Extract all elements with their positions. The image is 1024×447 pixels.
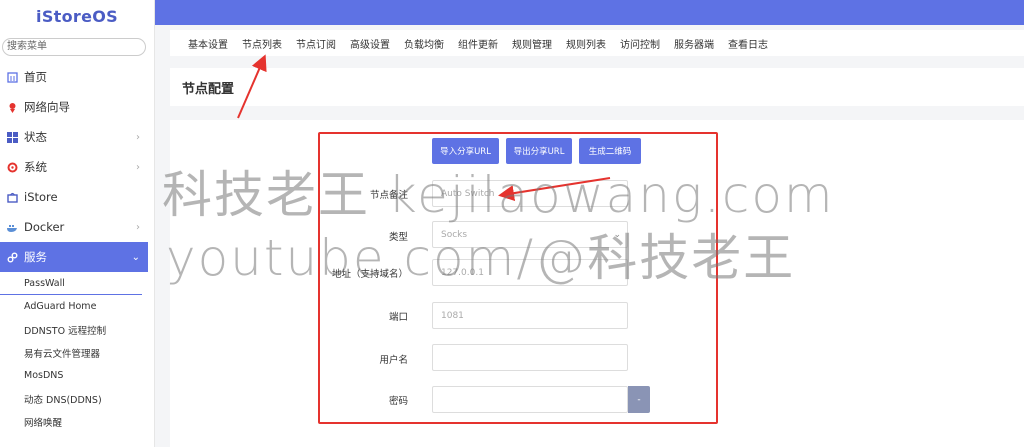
tab-load-balance[interactable]: 负载均衡 <box>404 36 444 51</box>
services-icon <box>6 251 18 263</box>
page-title: 节点配置 <box>182 81 235 97</box>
chevron-down-icon: ⌄ <box>131 251 140 263</box>
brand-logo[interactable]: iStoreOS <box>0 0 154 32</box>
gear-icon <box>6 161 18 173</box>
section-header: 节点配置 <box>170 68 1024 106</box>
address-input[interactable]: 127.0.0.1 <box>432 259 628 286</box>
type-label: 类型 <box>388 232 408 243</box>
sidebar-item-docker[interactable]: Docker › <box>0 212 154 242</box>
sidebar-subitem-file-manager[interactable]: 易有云文件管理器 <box>0 341 154 364</box>
sidebar-item-wizard[interactable]: 网络向导 <box>0 92 154 122</box>
port-label: 端口 <box>388 312 408 323</box>
store-icon <box>6 191 18 203</box>
remark-label: 节点备注 <box>369 190 408 201</box>
wizard-icon <box>6 101 18 113</box>
sidebar-item-status[interactable]: 状态 › <box>0 122 154 152</box>
remark-input[interactable]: Auto Switch <box>432 180 628 207</box>
import-share-url-button[interactable]: 导入分享URL <box>432 138 499 164</box>
chevron-down-icon: ⌄ <box>613 229 621 240</box>
tab-component-update[interactable]: 组件更新 <box>458 36 498 51</box>
sidebar-item-label: iStore <box>24 190 58 204</box>
sidebar-subitem-mosdns[interactable]: MosDNS <box>0 364 154 387</box>
search-menu-input[interactable]: 搜索菜单 <box>2 38 146 56</box>
sidebar-item-label: 状态 <box>24 130 47 144</box>
generate-qrcode-button[interactable]: 生成二维码 <box>579 138 641 164</box>
chevron-right-icon: › <box>136 221 140 233</box>
username-input[interactable] <box>432 344 628 371</box>
sidebar-item-services[interactable]: 服务 ⌄ <box>0 242 148 272</box>
tab-bar: 基本设置 节点列表 节点订阅 高级设置 负载均衡 组件更新 规则管理 规则列表 … <box>170 30 1024 56</box>
sidebar-item-label: 系统 <box>24 160 47 174</box>
sidebar-item-label: 网络向导 <box>24 100 70 114</box>
type-select-value: Socks <box>441 229 468 240</box>
sidebar-item-system[interactable]: 系统 › <box>0 152 154 182</box>
sidebar-subitem-passwall[interactable]: PassWall <box>0 272 142 295</box>
tab-access-control[interactable]: 访问控制 <box>620 36 660 51</box>
sidebar-item-label: Docker <box>24 220 65 234</box>
sidebar: iStoreOS 搜索菜单 首页 网络向导 状态 › 系统 › iStore D… <box>0 0 155 447</box>
tab-view-logs[interactable]: 查看日志 <box>728 36 768 51</box>
tab-node-list[interactable]: 节点列表 <box>242 36 282 51</box>
sidebar-item-label: 服务 <box>24 250 47 264</box>
tab-node-subscribe[interactable]: 节点订阅 <box>296 36 336 51</box>
share-buttons: 导入分享URL 导出分享URL 生成二维码 <box>432 138 641 164</box>
tab-rule-list[interactable]: 规则列表 <box>566 36 606 51</box>
tab-advanced-settings[interactable]: 高级设置 <box>350 36 390 51</box>
port-input[interactable]: 1081 <box>432 302 628 329</box>
type-select[interactable]: Socks ⌄ <box>432 221 628 248</box>
address-label: 地址（支持域名） <box>331 269 408 280</box>
sidebar-subitem-wol[interactable]: 网络唤醒 <box>0 410 154 433</box>
password-label: 密码 <box>388 396 408 407</box>
sidebar-item-home[interactable]: 首页 <box>0 62 154 92</box>
username-label: 用户名 <box>379 355 408 366</box>
docker-icon <box>6 221 18 233</box>
password-input[interactable] <box>432 386 628 413</box>
tab-server[interactable]: 服务器端 <box>674 36 714 51</box>
chevron-right-icon: › <box>136 131 140 143</box>
sidebar-subitem-ddns[interactable]: 动态 DNS(DDNS) <box>0 387 154 410</box>
status-icon <box>6 131 18 143</box>
sidebar-subitem-adguard[interactable]: AdGuard Home <box>0 295 154 318</box>
chevron-right-icon: › <box>136 161 140 173</box>
home-icon <box>6 71 18 83</box>
password-toggle-button[interactable]: - <box>628 386 650 413</box>
sidebar-subitem-ddnsto[interactable]: DDNSTO 远程控制 <box>0 318 154 341</box>
tab-rule-manage[interactable]: 规则管理 <box>512 36 552 51</box>
tab-basic-settings[interactable]: 基本设置 <box>188 36 228 51</box>
export-share-url-button[interactable]: 导出分享URL <box>506 138 572 164</box>
sidebar-item-istore[interactable]: iStore <box>0 182 154 212</box>
top-bar <box>155 0 1024 25</box>
sidebar-item-label: 首页 <box>24 70 47 84</box>
